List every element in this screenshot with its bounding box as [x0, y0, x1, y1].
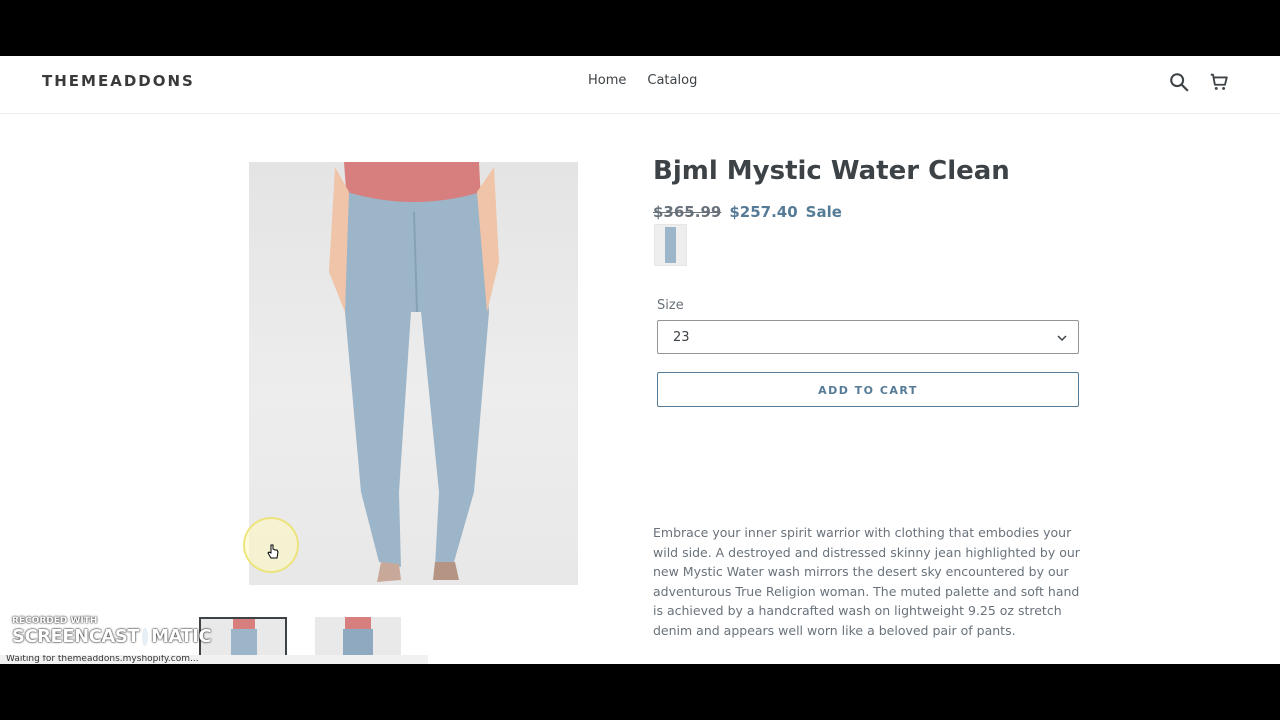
header-icons	[1168, 71, 1230, 93]
watermark-recorded-with: RECORDED WITH	[12, 616, 98, 626]
product-title: Bjml Mystic Water Clean	[653, 156, 1010, 186]
size-select-value: 23	[673, 330, 690, 345]
variant-swatch[interactable]	[654, 224, 687, 266]
size-label: Size	[657, 298, 684, 313]
price-original: $365.99	[653, 203, 722, 221]
screencast-watermark: RECORDED WITH SCREENCAST MATIC	[12, 616, 212, 647]
cursor-highlight	[243, 517, 299, 573]
price-row: $365.99 $257.40 Sale	[653, 203, 842, 221]
browser-status-bar: Waiting for themeaddons.myshopify.com...	[0, 655, 428, 664]
browser-viewport: THEMEADDONS Home Catalog Bjml Mystic Wat…	[0, 56, 1280, 664]
screencast-logo-icon	[142, 627, 149, 646]
product-description: Embrace your inner spirit warrior with c…	[653, 525, 1080, 638]
jeans-photo	[329, 162, 499, 582]
sale-badge: Sale	[805, 203, 842, 221]
hand-cursor-icon	[267, 544, 279, 559]
store-logo[interactable]: THEMEADDONS	[42, 72, 195, 90]
price-sale: $257.40	[729, 203, 798, 221]
nav-home[interactable]: Home	[588, 73, 626, 88]
site-header: THEMEADDONS Home Catalog	[0, 56, 1280, 114]
nav-catalog[interactable]: Catalog	[647, 73, 697, 88]
watermark-brand-right: MATIC	[151, 626, 212, 647]
size-select[interactable]: 23	[657, 320, 1079, 354]
watermark-brand: SCREENCAST MATIC	[12, 626, 212, 647]
chevron-down-icon	[1057, 335, 1067, 342]
add-to-cart-button[interactable]: ADD TO CART	[657, 372, 1079, 407]
product-main-image[interactable]	[249, 162, 578, 585]
watermark-brand-left: SCREENCAST	[12, 626, 140, 647]
main-nav: Home Catalog	[588, 73, 697, 88]
search-icon[interactable]	[1168, 71, 1190, 93]
cart-icon[interactable]	[1208, 71, 1230, 93]
